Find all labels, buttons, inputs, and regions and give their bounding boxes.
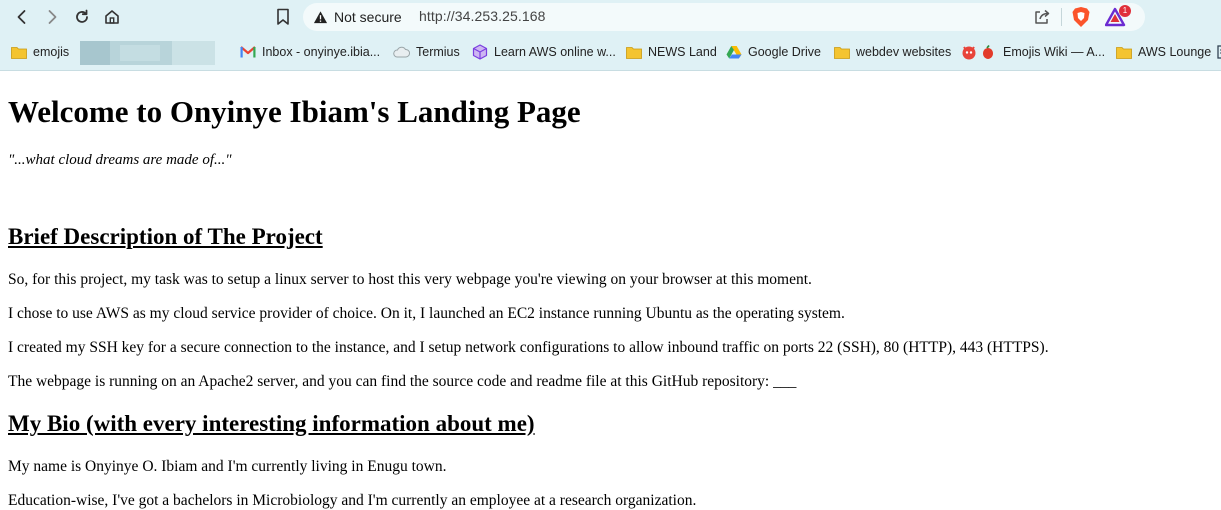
forward-button[interactable] [40, 5, 64, 29]
bio-paragraph: My name is Onyinye O. Ibiam and I'm curr… [8, 458, 447, 475]
home-button[interactable] [100, 5, 124, 29]
folder-icon [1116, 46, 1132, 59]
project-paragraph: I chose to use AWS as my cloud service p… [8, 305, 845, 322]
arrow-right-icon [48, 10, 57, 24]
bookmark-label: webdev websites [856, 45, 952, 59]
toolbar-divider [1061, 8, 1062, 26]
project-paragraph: So, for this project, my task was to set… [8, 271, 812, 288]
bookmark-label: Emojis Wiki — A... [1003, 45, 1106, 59]
bookmark-label: Learn AWS online w... [494, 45, 616, 59]
bookmark-label: Termius [416, 45, 460, 59]
redacted-bookmarks [80, 41, 215, 65]
bookmark-learn-aws[interactable]: Learn AWS online w... [472, 43, 616, 61]
bookmark-label: Google Drive [748, 45, 821, 59]
bookmark-page-button[interactable] [272, 6, 294, 28]
bookmark-news-land[interactable]: NEWS Land [626, 43, 717, 61]
reload-button[interactable] [70, 5, 94, 29]
bookmark-overflow-icon[interactable] [1217, 45, 1221, 59]
bookmark-termius[interactable]: Termius [393, 43, 460, 61]
project-paragraph: I created my SSH key for a secure connec… [8, 339, 1049, 356]
bio-paragraph: Education-wise, I've got a bachelors in … [8, 492, 697, 509]
section-heading-project: Brief Description of The Project [8, 224, 323, 249]
bookmark-label: NEWS Land [648, 45, 717, 59]
bookmark-label: Inbox - onyinye.ibia... [262, 45, 381, 59]
brave-shields-icon[interactable] [1071, 6, 1091, 28]
tagline: "...what cloud dreams are made of..." [8, 152, 232, 168]
brave-rewards-button[interactable]: 1 [1105, 5, 1131, 28]
bookmark-google-drive[interactable]: Google Drive [726, 43, 821, 61]
emoji-icon [962, 44, 993, 60]
home-icon [105, 10, 119, 24]
gmail-icon [240, 46, 256, 58]
bookmark-label: emojis [33, 45, 70, 59]
arrow-left-icon [17, 10, 26, 24]
browser-toolbar: Not secure http://34.253.25.168 1 [0, 0, 1221, 34]
bookmark-emojis[interactable]: emojis [11, 43, 69, 61]
project-paragraph: The webpage is running on an Apache2 ser… [8, 373, 797, 390]
termius-icon [393, 46, 410, 58]
page-title: Welcome to Onyinye Ibiam's Landing Page [8, 94, 581, 129]
folder-icon [11, 46, 27, 59]
section-heading-bio: My Bio (with every interesting informati… [8, 411, 535, 436]
back-button[interactable] [10, 5, 34, 29]
warning-icon [313, 10, 328, 23]
bookmarks-bar: emojis Inbox - onyinye.ibia... Termius L… [0, 34, 1221, 71]
bookmark-label: AWS Lounge [1138, 45, 1212, 59]
rewards-badge: 1 [1119, 5, 1131, 17]
google-drive-icon [726, 46, 742, 59]
bookmark-webdev-websites[interactable]: webdev websites [834, 43, 951, 61]
bookmark-emojis-wiki[interactable]: Emojis Wiki — A... [961, 43, 1105, 61]
url-text[interactable]: http://34.253.25.168 [419, 8, 546, 24]
folder-icon [626, 46, 642, 59]
bookmark-icon [277, 8, 289, 25]
bookmark-inbox[interactable]: Inbox - onyinye.ibia... [240, 43, 380, 61]
share-icon[interactable] [1033, 8, 1051, 26]
reload-icon [76, 9, 88, 23]
security-label: Not secure [334, 9, 402, 25]
folder-icon [834, 46, 850, 59]
site-security-chip[interactable]: Not secure [313, 7, 402, 27]
address-bar[interactable]: Not secure http://34.253.25.168 1 [303, 3, 1145, 31]
bookmark-aws-lounge[interactable]: AWS Lounge [1116, 43, 1221, 61]
cube-icon [472, 44, 488, 60]
